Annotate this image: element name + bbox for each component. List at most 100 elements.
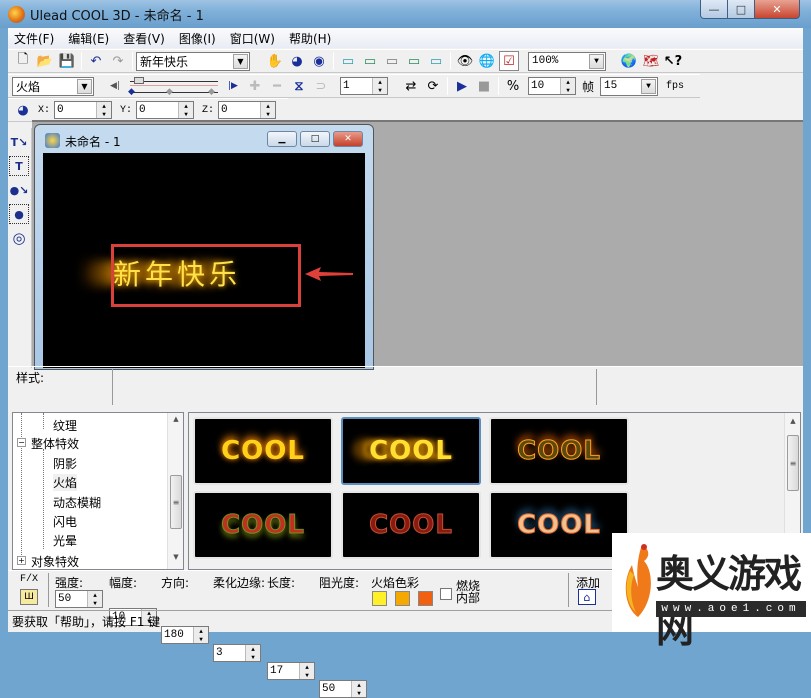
- bevel-both-icon[interactable]: ▭: [360, 51, 380, 71]
- z-position-spin[interactable]: 0 ▲ ▼: [218, 101, 277, 119]
- menu-view[interactable]: 查看(V): [123, 30, 165, 47]
- scroll-up-icon[interactable]: ▲: [785, 417, 801, 431]
- keyframe-marker[interactable]: ◆: [166, 87, 173, 97]
- edit-geometry-icon[interactable]: ●: [9, 204, 29, 224]
- spin-arrows[interactable]: ▲ ▼: [260, 102, 276, 118]
- globe-grid-icon[interactable]: 🌐: [477, 51, 497, 71]
- object-manager-icon[interactable]: ◎: [9, 228, 29, 248]
- collapse-icon[interactable]: −: [17, 438, 26, 447]
- chevron-down-icon[interactable]: ▼: [589, 53, 604, 69]
- gallery-thumbnail[interactable]: COOL: [193, 491, 333, 559]
- close-button[interactable]: ✕: [754, 0, 800, 19]
- flame-color-swatch-2[interactable]: [395, 591, 410, 606]
- add-keyframe-icon[interactable]: ✚: [245, 76, 265, 96]
- spin-arrows[interactable]: ▲ ▼: [351, 681, 366, 697]
- expand-icon[interactable]: +: [17, 556, 26, 565]
- spin-arrows[interactable]: ▲ ▼: [560, 78, 575, 94]
- spin-arrows[interactable]: ▲ ▼: [245, 645, 260, 661]
- preview-eye-icon[interactable]: 👁: [455, 51, 475, 71]
- frames-count-spin[interactable]: 10 ▲ ▼: [528, 77, 576, 95]
- first-frame-icon[interactable]: ◀|: [105, 76, 125, 96]
- tree-item-fire[interactable]: 火焰: [53, 474, 78, 491]
- maximize-button[interactable]: □: [727, 0, 755, 19]
- bevel-side-icon[interactable]: ▭: [382, 51, 402, 71]
- gallery-thumbnail[interactable]: COOL: [489, 417, 629, 485]
- bevel-round-icon[interactable]: ▭: [404, 51, 424, 71]
- spin-arrows[interactable]: ▲ ▼: [178, 102, 194, 118]
- reverse-keyframe-icon[interactable]: ⧖: [289, 76, 309, 96]
- current-frame-spin[interactable]: 1 ▲ ▼: [340, 77, 388, 95]
- spin-arrows[interactable]: ▲ ▼: [299, 663, 314, 679]
- zoom-combo[interactable]: 100% ▼: [528, 51, 606, 71]
- new-file-icon[interactable]: 🗋: [13, 51, 33, 71]
- text-object-combo[interactable]: 新年快乐 ▼: [136, 51, 250, 71]
- rotate-object-icon[interactable]: ◕: [287, 51, 307, 71]
- scroll-down-icon[interactable]: ▼: [168, 553, 184, 567]
- save-icon[interactable]: 💾: [57, 51, 77, 71]
- slider-thumb[interactable]: [134, 77, 144, 84]
- tree-item-object-effects[interactable]: 对象特效: [31, 553, 79, 570]
- canvas-check-icon[interactable]: ☑: [499, 51, 519, 71]
- tree-item-shadow[interactable]: 阴影: [53, 455, 77, 472]
- scroll-thumb[interactable]: ≡: [787, 435, 799, 491]
- chevron-down-icon[interactable]: ▼: [77, 78, 92, 94]
- remove-keyframe-icon[interactable]: ━: [267, 76, 287, 96]
- insert-text-icon[interactable]: T↘: [9, 132, 29, 152]
- strength-spin[interactable]: 50 ▲ ▼: [55, 590, 103, 608]
- loop-icon[interactable]: ⇄: [401, 76, 421, 96]
- length-spin[interactable]: 17 ▲ ▼: [267, 662, 315, 680]
- flame-color-swatch-3[interactable]: [418, 591, 433, 606]
- insert-geometry-icon[interactable]: ●↘: [9, 180, 29, 200]
- context-help-icon[interactable]: ↖?: [663, 51, 683, 71]
- effect-combo[interactable]: 火焰 ▼: [12, 76, 94, 96]
- repeat-icon[interactable]: ⟳: [423, 76, 443, 96]
- flame-color-swatch-1[interactable]: [372, 591, 387, 606]
- timeline-slider[interactable]: ◆ ◆ ◆: [126, 75, 222, 97]
- minimize-button[interactable]: —: [700, 0, 728, 19]
- add-to-gallery-icon[interactable]: ⌂: [578, 589, 596, 605]
- tree-item-lightning[interactable]: 闪电: [53, 513, 77, 530]
- spin-arrows[interactable]: ▲ ▼: [87, 591, 102, 607]
- gallery-thumbnail[interactable]: COOL: [489, 491, 629, 559]
- fx-toggle-button[interactable]: Ш: [20, 589, 38, 605]
- bevel-front-icon[interactable]: ▭: [338, 51, 358, 71]
- doc-maximize-button[interactable]: □: [300, 131, 330, 147]
- menu-window[interactable]: 窗口(W): [230, 30, 275, 47]
- menu-help[interactable]: 帮助(H): [289, 30, 331, 47]
- spin-arrows[interactable]: ▲ ▼: [96, 102, 112, 118]
- render-canvas[interactable]: 新年快乐: [43, 153, 365, 368]
- play-icon[interactable]: ▶: [452, 76, 472, 96]
- scroll-up-icon[interactable]: ▲: [168, 415, 184, 429]
- x-position-spin[interactable]: 0 ▲ ▼: [54, 101, 113, 119]
- burn-inside-checkbox[interactable]: [440, 588, 452, 600]
- edit-text-icon[interactable]: T: [9, 156, 29, 176]
- opacity-spin[interactable]: 50 ▲ ▼: [319, 680, 367, 698]
- chevron-down-icon[interactable]: ▼: [641, 78, 657, 94]
- menu-image[interactable]: 图像(I): [179, 30, 216, 47]
- scroll-thumb[interactable]: ≡: [170, 475, 182, 529]
- spin-arrows[interactable]: ▲ ▼: [372, 78, 387, 94]
- hand-move-icon[interactable]: ✋: [265, 51, 285, 71]
- stop-icon[interactable]: ■: [474, 76, 494, 96]
- tree-item-motion-blur[interactable]: 动态模糊: [53, 494, 101, 511]
- undo-icon[interactable]: ↶: [86, 51, 106, 71]
- tree-item-glow[interactable]: 光晕: [53, 532, 77, 549]
- bevel-flat-icon[interactable]: ▭: [426, 51, 446, 71]
- resize-object-icon[interactable]: ◉: [309, 51, 329, 71]
- tree-item-texture[interactable]: 纹理: [53, 417, 77, 434]
- web-page-icon[interactable]: 🗺: [641, 51, 661, 71]
- fps-combo[interactable]: 15 ▼: [600, 76, 659, 96]
- tree-item-global-effects[interactable]: 整体特效: [31, 435, 79, 452]
- y-position-spin[interactable]: 0 ▲ ▼: [136, 101, 195, 119]
- soft-edge-spin[interactable]: 3 ▲ ▼: [213, 644, 261, 662]
- keyframe-marker[interactable]: ◆: [208, 87, 215, 97]
- chevron-down-icon[interactable]: ▼: [233, 53, 248, 69]
- menu-file[interactable]: 文件(F): [14, 30, 54, 47]
- doc-close-button[interactable]: ✕: [333, 131, 363, 147]
- gallery-thumbnail[interactable]: COOL: [341, 491, 481, 559]
- doc-minimize-button[interactable]: ▁: [267, 131, 297, 147]
- menu-edit[interactable]: 编辑(E): [68, 30, 109, 47]
- web-publish-icon[interactable]: 🌍: [619, 51, 639, 71]
- keyframe-marker[interactable]: ◆: [128, 87, 135, 97]
- gallery-thumbnail[interactable]: COOL: [193, 417, 333, 485]
